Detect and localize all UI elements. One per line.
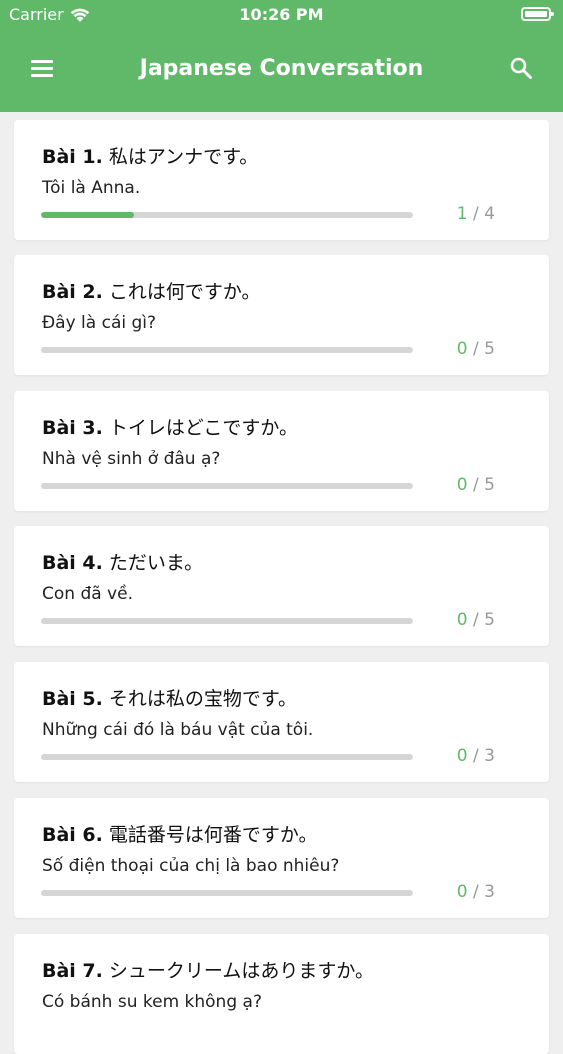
lesson-card-3[interactable]: Bài 3. トイレはどこですか。 Nhà vệ sinh ở đâu ạ? 0… — [14, 391, 549, 511]
lesson-japanese: 私はアンナです。 — [108, 146, 259, 168]
progress-done: 0 — [456, 746, 468, 766]
progress-bar — [41, 347, 413, 353]
progress-count: 0 / 5 — [456, 475, 495, 495]
lesson-japanese: シュークリームはありますか。 — [108, 960, 374, 982]
lesson-translation: Đây là cái gì? — [42, 313, 157, 333]
battery-icon — [521, 7, 554, 21]
progress-total: 5 — [484, 475, 495, 495]
status-bar: Carrier 10:26 PM — [0, 0, 563, 30]
lesson-title: Bài 3. トイレはどこですか。 — [42, 413, 298, 440]
lesson-japanese: ただいま。 — [108, 552, 204, 574]
lesson-translation: Tôi là Anna. — [42, 178, 141, 198]
lesson-japanese: これは何ですか。 — [108, 281, 261, 303]
lesson-number: Bài 7. — [42, 960, 103, 982]
lesson-title: Bài 2. これは何ですか。 — [42, 277, 261, 304]
progress-total: 5 — [484, 610, 495, 630]
progress-done: 0 — [456, 339, 468, 359]
lesson-number: Bài 3. — [42, 417, 103, 439]
progress-done: 0 — [456, 882, 468, 902]
progress-bar — [41, 890, 413, 896]
lesson-card-1[interactable]: Bài 1. 私はアンナです。 Tôi là Anna. 1 / 4 — [14, 120, 549, 240]
lesson-card-2[interactable]: Bài 2. これは何ですか。 Đây là cái gì? 0 / 5 — [14, 255, 549, 375]
lesson-card-4[interactable]: Bài 4. ただいま。 Con đã về. 0 / 5 — [14, 526, 549, 646]
progress-done: 1 — [456, 204, 468, 224]
progress-total: 5 — [484, 339, 495, 359]
progress-count: 1 / 4 — [456, 204, 495, 224]
lesson-number: Bài 6. — [42, 824, 103, 846]
page-title: Japanese Conversation — [139, 56, 424, 81]
search-icon[interactable] — [509, 56, 533, 80]
lesson-number: Bài 1. — [42, 146, 103, 168]
lesson-card-6[interactable]: Bài 6. 電話番号は何番ですか。 Số điện thoại của chị… — [14, 798, 549, 918]
progress-count: 0 / 3 — [456, 882, 495, 902]
progress-done: 0 — [456, 610, 468, 630]
progress-bar — [41, 212, 413, 218]
lesson-title: Bài 5. それは私の宝物です。 — [42, 684, 297, 711]
lesson-translation: Những cái đó là báu vật của tôi. — [42, 720, 314, 740]
progress-total: 3 — [484, 746, 495, 766]
lesson-number: Bài 4. — [42, 552, 103, 574]
lesson-japanese: 電話番号は何番ですか。 — [108, 824, 318, 846]
lesson-card-7[interactable]: Bài 7. シュークリームはありますか。 Có bánh su kem khô… — [14, 934, 549, 1054]
progress-count: 0 / 5 — [456, 339, 495, 359]
lesson-card-5[interactable]: Bài 5. それは私の宝物です。 Những cái đó là báu vậ… — [14, 662, 549, 782]
lesson-translation: Có bánh su kem không ạ? — [42, 992, 262, 1012]
progress-count: 0 / 3 — [456, 746, 495, 766]
lesson-japanese: トイレはどこですか。 — [108, 417, 298, 439]
status-time: 10:26 PM — [239, 5, 324, 24]
progress-count: 0 / 5 — [456, 610, 495, 630]
lesson-title: Bài 4. ただいま。 — [42, 548, 203, 575]
app-header: Carrier 10:26 PM Japanese Conversation — [0, 0, 563, 112]
progress-bar — [41, 754, 413, 760]
lesson-number: Bài 2. — [42, 281, 103, 303]
lesson-title: Bài 6. 電話番号は何番ですか。 — [42, 820, 318, 847]
lesson-translation: Số điện thoại của chị là bao nhiêu? — [42, 856, 340, 876]
progress-done: 0 — [456, 475, 468, 495]
lesson-japanese: それは私の宝物です。 — [108, 688, 298, 710]
progress-fill — [41, 212, 134, 218]
lesson-translation: Nhà vệ sinh ở đâu ạ? — [42, 449, 221, 469]
lesson-title: Bài 7. シュークリームはありますか。 — [42, 956, 374, 983]
progress-total: 3 — [484, 882, 495, 902]
nav-bar: Japanese Conversation — [0, 30, 563, 112]
progress-bar — [41, 483, 413, 489]
progress-total: 4 — [484, 204, 495, 224]
lesson-title: Bài 1. 私はアンナです。 — [42, 142, 258, 169]
lesson-translation: Con đã về. — [42, 584, 133, 604]
lesson-number: Bài 5. — [42, 688, 103, 710]
progress-bar — [41, 618, 413, 624]
